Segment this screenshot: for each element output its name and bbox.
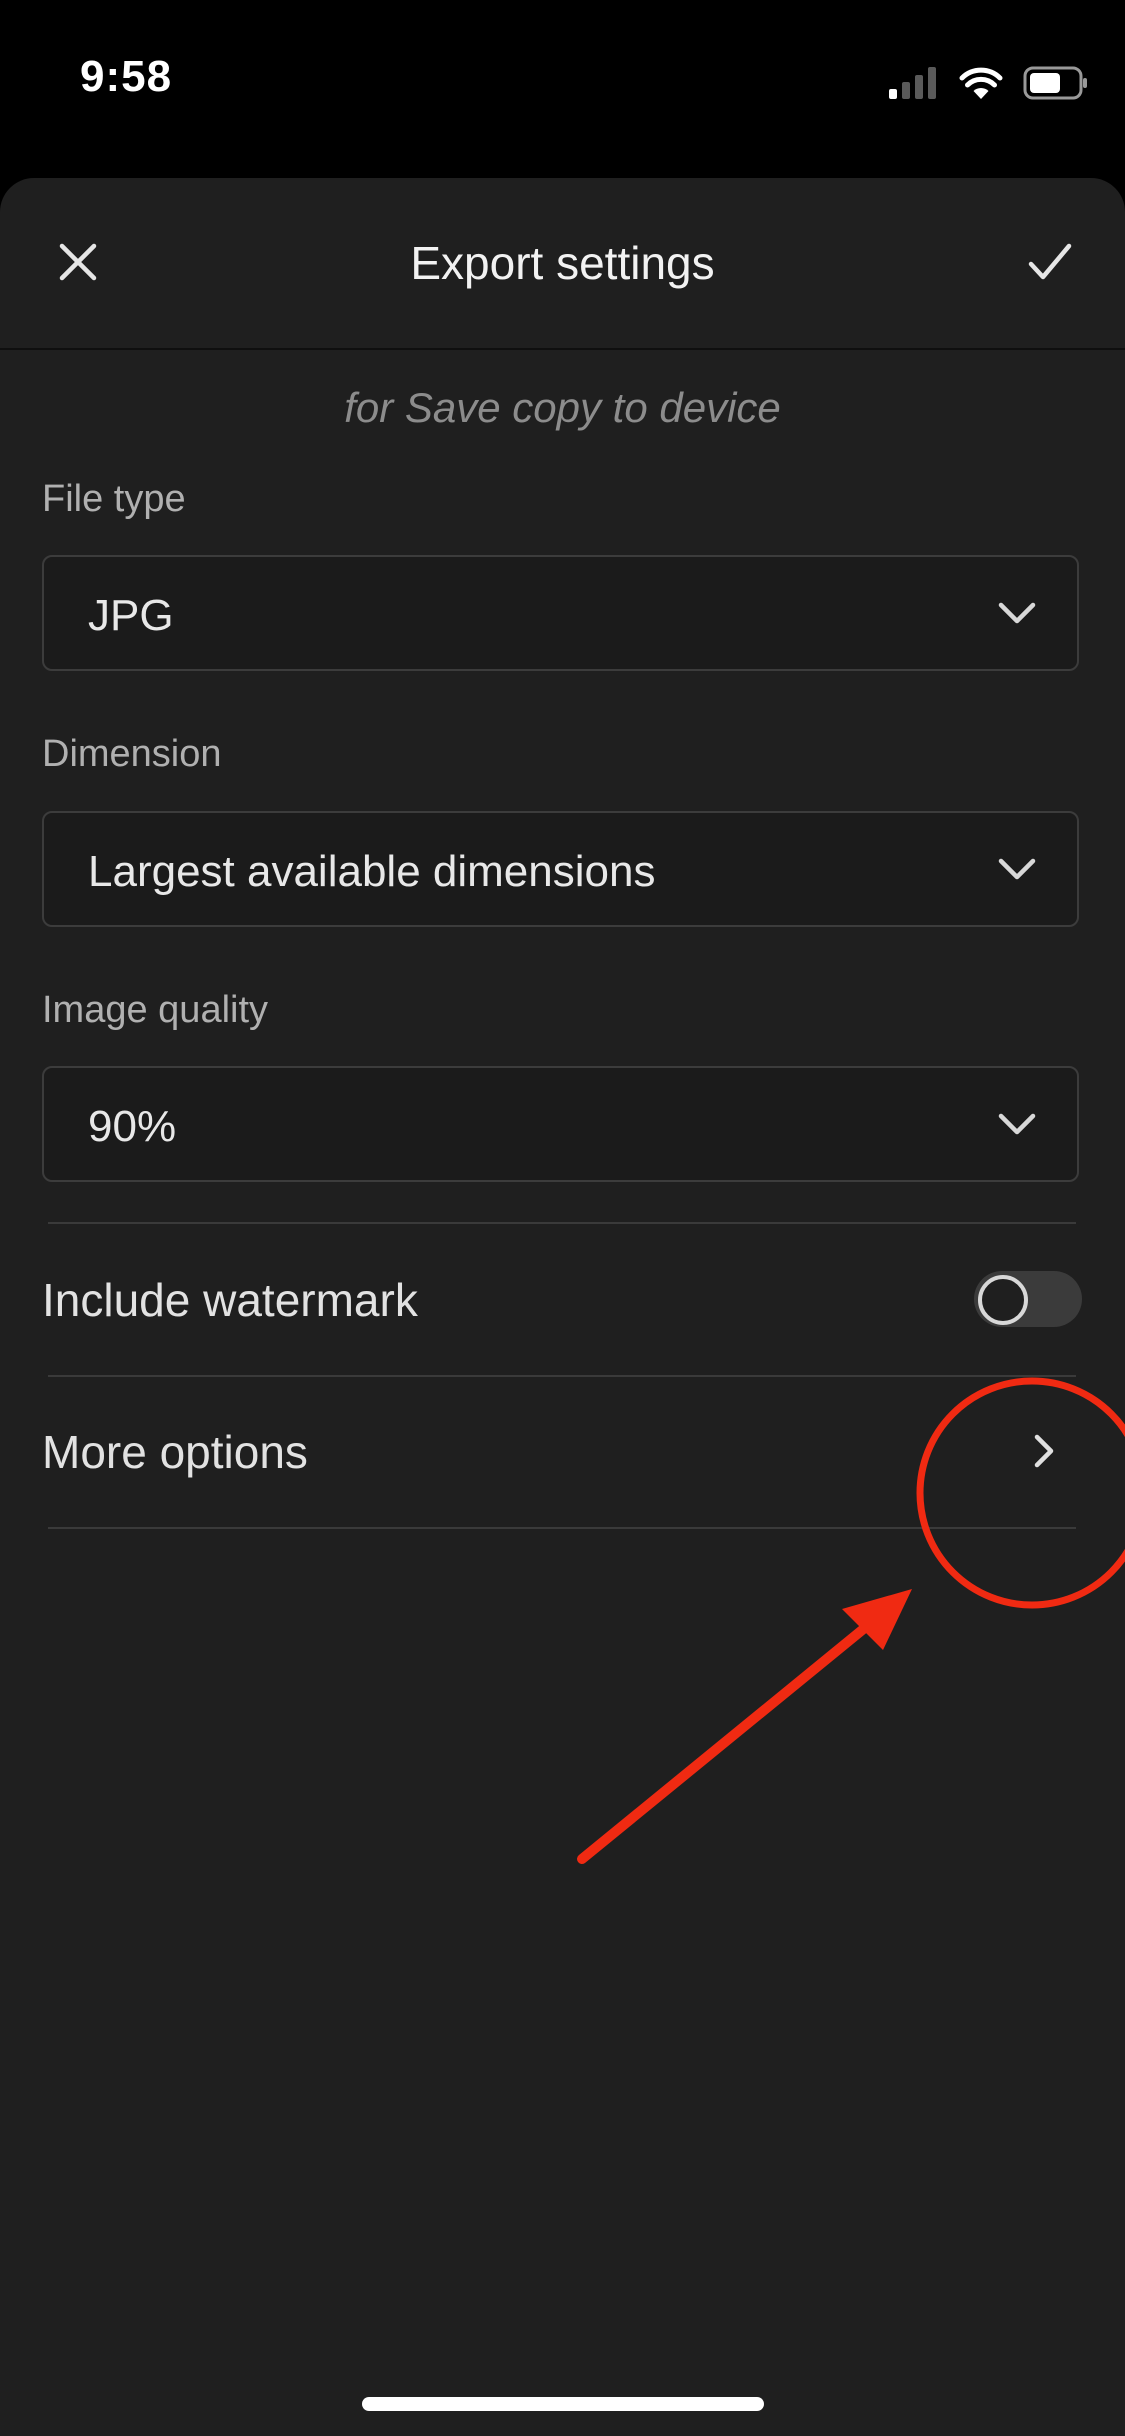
home-indicator [362,2397,764,2411]
wifi-icon [959,67,1003,99]
include-watermark-label: Include watermark [42,1274,418,1326]
more-options-label[interactable]: More options [42,1425,308,1479]
chevron-down-icon [998,602,1036,624]
status-time: 9:58 [80,52,173,101]
dimension-label: Dimension [42,733,222,775]
page-title: Export settings [410,237,715,289]
battery-icon [1023,66,1087,100]
file-type-select[interactable]: JPG [42,555,1079,671]
chevron-right-icon[interactable] [1029,1431,1059,1471]
toggle-knob [978,1275,1028,1325]
image-quality-label: Image quality [42,989,269,1031]
divider [48,1375,1076,1377]
export-settings-sheet: Export settings for Save copy to device … [0,178,1125,2436]
sheet-header: Export settings [0,178,1125,350]
image-quality-value: 90% [88,1102,177,1151]
chevron-down-icon [998,1113,1036,1135]
dimension-value: Largest available dimensions [88,847,656,896]
status-bar: 9:58 [0,0,1125,170]
status-icons [889,58,1089,108]
checkmark-icon [1028,243,1072,280]
include-watermark-toggle[interactable] [974,1271,1082,1327]
file-type-label: File type [42,478,186,520]
dimension-select[interactable]: Largest available dimensions [42,811,1079,927]
image-quality-select[interactable]: 90% [42,1066,1079,1182]
divider [48,1222,1076,1224]
cellular-signal-icon [889,67,936,99]
file-type-value: JPG [88,591,174,640]
export-destination-subtitle: for Save copy to device [344,384,781,431]
divider [48,1527,1076,1529]
chevron-down-icon [998,858,1036,880]
confirm-button[interactable] [1015,228,1085,296]
